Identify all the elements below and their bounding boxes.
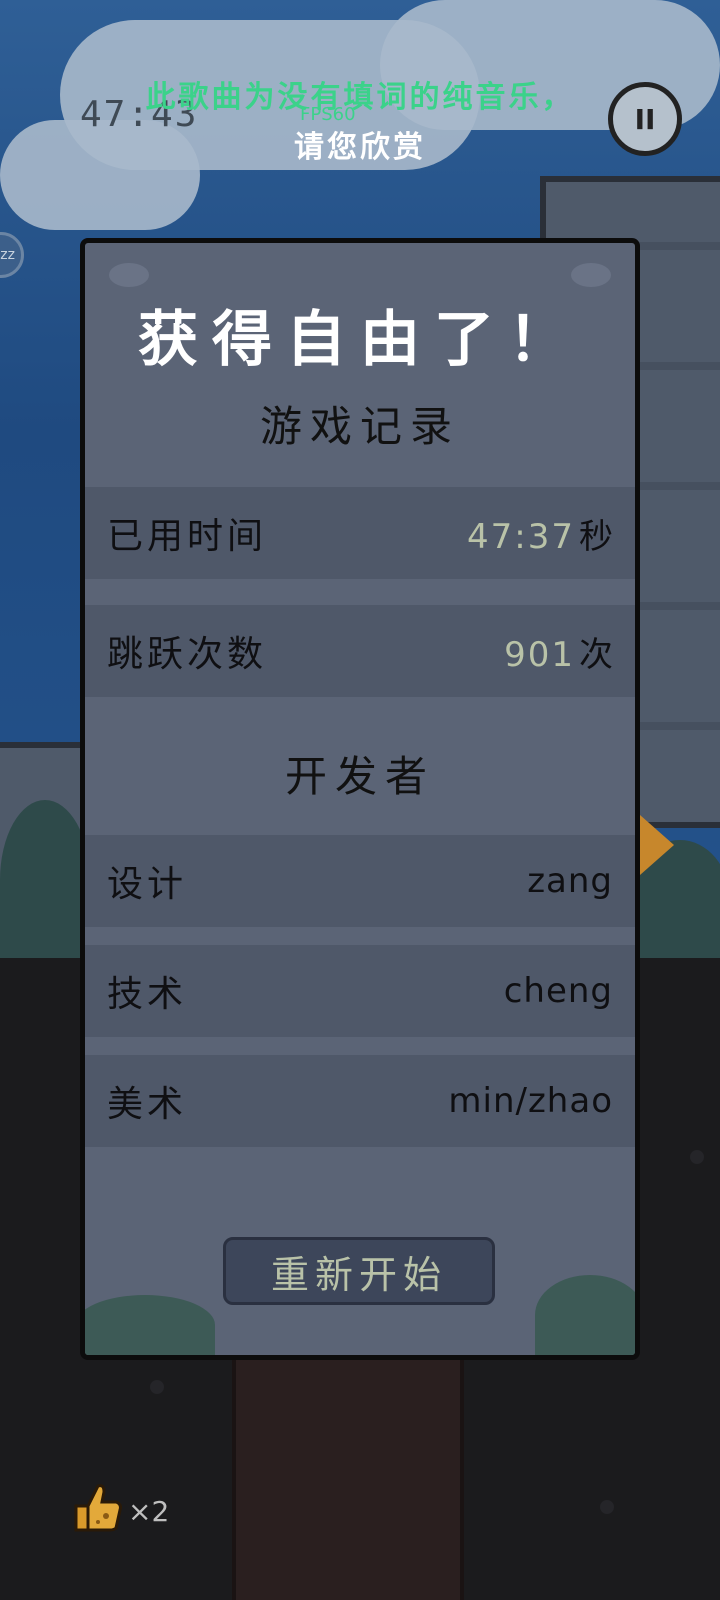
jumps-number: 901 [504,634,575,675]
result-dialog: 获得自由了！ 游戏记录 已用时间 47:37 秒 跳跃次数 901 次 开发者 … [80,238,640,1360]
jumps-value: 901 次 [504,627,613,676]
art-label: 美术 [107,1084,188,1125]
tech-value: cheng [503,971,613,1011]
tech-row: 技术 cheng [85,945,635,1037]
restart-button[interactable]: 重新开始 [223,1237,495,1305]
ground-speck [690,1150,704,1164]
art-row: 美术 min/zhao [85,1055,635,1147]
dialog-decoration [109,263,149,287]
thumbs-up-icon [74,1484,122,1532]
item-count: ×2 [128,1495,170,1528]
ground-speck [150,1380,164,1394]
design-label: 设计 [107,864,188,905]
dialog-decoration [571,263,611,287]
record-heading: 游戏记录 [259,402,460,451]
design-row: 设计 zang [85,835,635,927]
dialog-foliage [85,1295,215,1355]
dialog-title: 获得自由了！ [138,305,582,375]
dialog-foliage [535,1275,635,1355]
ground-speck [600,1500,614,1514]
inventory-item[interactable]: ×2 [68,1478,169,1534]
bush [0,800,90,960]
time-number: 47:37 [467,516,575,557]
tree-trunk [232,1356,464,1600]
jumps-label: 跳跃次数 [107,634,268,675]
time-value: 47:37 秒 [467,509,613,558]
art-value: min/zhao [448,1081,613,1121]
jumps-unit: 次 [579,634,613,675]
tech-label: 技术 [107,974,188,1015]
jumps-row: 跳跃次数 901 次 [85,605,635,697]
developer-heading: 开发者 [284,752,435,801]
time-unit: 秒 [579,516,613,557]
time-row: 已用时间 47:37 秒 [85,487,635,579]
pause-button[interactable]: II [608,82,682,156]
time-label: 已用时间 [107,516,268,557]
direction-arrow [640,815,674,875]
design-value: zang [527,861,613,901]
pause-icon: II [634,102,656,136]
sleep-icon: zz [0,247,15,263]
